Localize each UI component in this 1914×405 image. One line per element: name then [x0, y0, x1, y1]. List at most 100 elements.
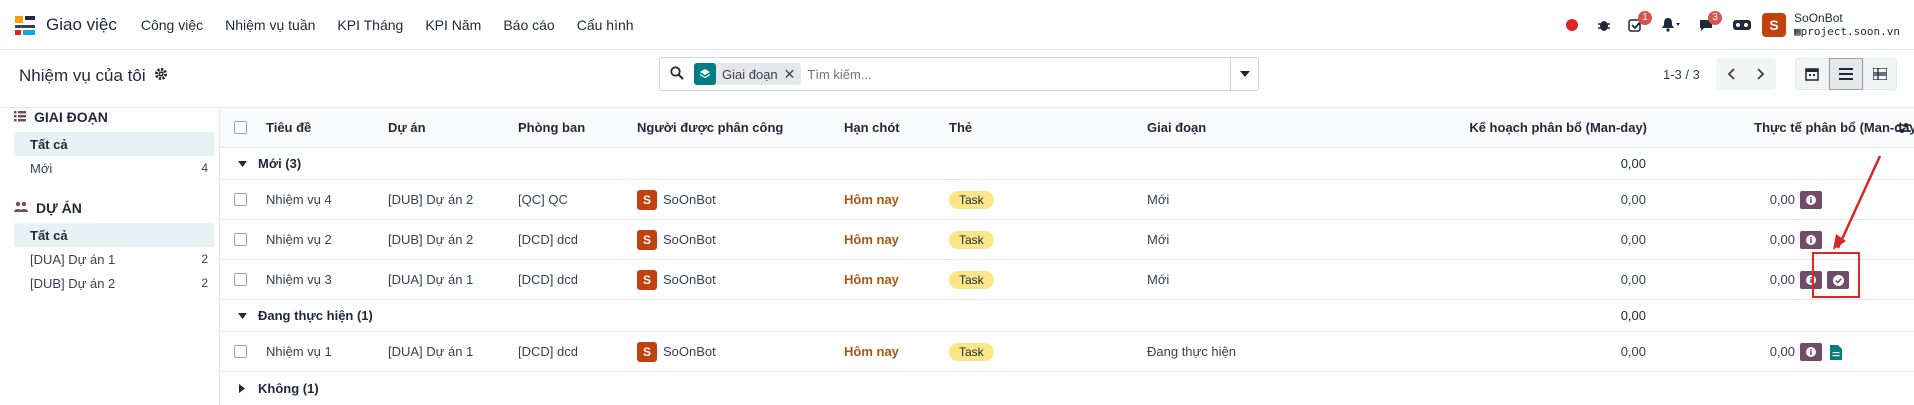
row-title: Nhiệm vụ 3	[266, 272, 332, 287]
row-department: [QC] QC	[518, 192, 568, 207]
info-icon	[1806, 235, 1816, 245]
project-filter-header: DỰ ÁN	[14, 200, 82, 216]
activity-icon[interactable]: 1	[1620, 9, 1653, 41]
layers-icon	[694, 63, 716, 85]
facet-label: Giai đoạn	[722, 66, 778, 82]
row-stage: Mới	[1147, 232, 1170, 247]
menu-item-kpi-nam[interactable]: KPI Năm	[425, 17, 481, 33]
row-checkbox[interactable]	[234, 180, 247, 219]
column-header-assignee[interactable]: Người được phân công	[637, 108, 783, 147]
column-header-title[interactable]: Tiêu đề	[266, 108, 311, 147]
row-assignee[interactable]: S SoOnBot	[637, 260, 716, 299]
list-view-button[interactable]	[1829, 58, 1863, 90]
row-deadline: Hôm nay	[844, 272, 899, 287]
assignee-avatar: S	[637, 341, 657, 362]
gear-icon[interactable]	[154, 66, 168, 86]
group-row-dang-thuc-hien[interactable]: Đang thực hiện (1) 0,00	[220, 300, 1914, 332]
chevron-right-icon	[1757, 68, 1765, 80]
tag-badge: Task	[949, 270, 994, 289]
row-checkbox[interactable]	[234, 332, 247, 371]
row-tag: Task	[949, 180, 994, 219]
calendar-view-button[interactable]	[1795, 58, 1829, 90]
menu-item-nhiem-vu-tuan[interactable]: Nhiệm vụ tuần	[225, 17, 315, 33]
task-list-view: Tiêu đề Dự án Phòng ban Người được phân …	[219, 108, 1914, 405]
stage-filter-count: 4	[201, 161, 208, 175]
pager-value[interactable]: 1-3 / 3	[1663, 67, 1700, 82]
column-header-project[interactable]: Dự án	[388, 108, 426, 147]
search-icon[interactable]	[670, 65, 684, 83]
assignee-avatar: S	[637, 229, 657, 250]
row-project: [DUA] Dự án 1	[388, 272, 474, 287]
menu-item-kpi-thang[interactable]: KPI Tháng	[337, 17, 403, 33]
assignee-name: SoOnBot	[663, 344, 716, 359]
pager-next-button[interactable]	[1746, 58, 1776, 90]
row-project: [DUA] Dự án 1	[388, 344, 474, 359]
group-row-khong[interactable]: Không (1)	[220, 372, 1914, 404]
table-row[interactable]: Nhiệm vụ 3 [DUA] Dự án 1 [DCD] dcd S SoO…	[220, 260, 1914, 300]
column-header-planned[interactable]: Kế hoạch phân bổ (Man-day)	[1320, 108, 1647, 147]
column-header-tags[interactable]: Thẻ	[949, 108, 972, 147]
menu-item-cau-hinh[interactable]: Cấu hình	[577, 17, 634, 33]
column-header-department[interactable]: Phòng ban	[518, 108, 585, 147]
search-input[interactable]	[807, 66, 1230, 82]
row-deadline: Hôm nay	[844, 232, 899, 247]
table-row[interactable]: Nhiệm vụ 4 [DUB] Dự án 2 [QC] QC S SoOnB…	[220, 180, 1914, 220]
activity-view-button[interactable]	[1863, 58, 1897, 90]
project-filter-count: 2	[201, 276, 208, 290]
row-actual: 0,00	[1769, 192, 1795, 207]
sliders-icon	[1897, 122, 1911, 133]
discuss-icon[interactable]: 3	[1690, 9, 1723, 41]
row-actual: 0,00	[1769, 272, 1795, 287]
menu-item-cong-viec[interactable]: Công việc	[141, 17, 203, 33]
select-all-checkbox[interactable]	[234, 108, 247, 147]
activity-badge: 1	[1638, 11, 1653, 25]
user-menu[interactable]: SoOnBot ▦project.soon.vn	[1794, 12, 1900, 39]
pager-previous-button[interactable]	[1716, 58, 1746, 90]
table-row[interactable]: Nhiệm vụ 1 [DUA] Dự án 1 [DCD] dcd S SoO…	[220, 332, 1914, 372]
database-icon: ▦	[1794, 25, 1801, 38]
facet-remove-icon[interactable]: ✕	[784, 66, 802, 83]
column-header-deadline[interactable]: Hạn chót	[844, 108, 900, 147]
project-filter-all[interactable]: Tất cả	[14, 223, 214, 247]
row-assignee[interactable]: S SoOnBot	[637, 332, 716, 371]
project-filter-dua[interactable]: [DUA] Dự án 1 2	[14, 247, 214, 271]
app-name[interactable]: Giao việc	[46, 15, 117, 35]
project-filter-dub[interactable]: [DUB] Dự án 2 2	[14, 271, 214, 295]
search-options-toggle[interactable]	[1230, 58, 1258, 90]
column-header-actual[interactable]: Thực tế phân bổ (Man-day)	[1650, 108, 1914, 147]
row-checkbox[interactable]	[234, 260, 247, 299]
users-icon	[14, 200, 28, 216]
bell-icon[interactable]	[1652, 9, 1690, 41]
app-logo-icon[interactable]	[12, 12, 38, 38]
calendar-icon	[1805, 68, 1819, 81]
project-filter-title: DỰ ÁN	[36, 200, 82, 216]
stage-filter-moi[interactable]: Mới 4	[14, 156, 214, 180]
bug-icon[interactable]	[1588, 9, 1620, 41]
row-checkbox[interactable]	[234, 220, 247, 259]
page-title: Nhiệm vụ của tôi	[19, 66, 146, 85]
group-row-moi[interactable]: Mới (3) 0,00	[220, 148, 1914, 180]
column-header-stage[interactable]: Giai đoạn	[1147, 108, 1206, 147]
info-button[interactable]	[1800, 191, 1822, 209]
stage-filter-all[interactable]: Tất cả	[14, 132, 214, 156]
menu-item-bao-cao[interactable]: Báo cáo	[503, 17, 554, 33]
control-panel: Nhiệm vụ của tôi Giai đoạn ✕ 1-3 / 3	[0, 50, 1914, 108]
row-tag: Task	[949, 332, 994, 371]
project-filter-count: 2	[201, 252, 208, 266]
group-label: Đang thực hiện (1)	[258, 308, 373, 323]
document-icon[interactable]	[1829, 344, 1843, 360]
info-button[interactable]	[1800, 231, 1822, 249]
project-filter-label: [DUA] Dự án 1	[30, 251, 116, 267]
user-database: ▦project.soon.vn	[1794, 25, 1900, 38]
row-department: [DCD] dcd	[518, 344, 578, 359]
row-assignee[interactable]: S SoOnBot	[637, 220, 716, 259]
stage-filter-header: GIAI ĐOẠN	[14, 109, 108, 125]
table-row[interactable]: Nhiệm vụ 2 [DUB] Dự án 2 [DCD] dcd S SoO…	[220, 220, 1914, 260]
row-assignee[interactable]: S SoOnBot	[637, 180, 716, 219]
row-tag: Task	[949, 220, 994, 259]
info-button[interactable]	[1800, 343, 1822, 361]
recording-icon[interactable]	[1556, 9, 1588, 41]
mask-icon[interactable]	[1722, 9, 1762, 41]
user-avatar[interactable]: S	[1762, 13, 1787, 37]
optional-columns-toggle[interactable]	[1897, 108, 1911, 147]
